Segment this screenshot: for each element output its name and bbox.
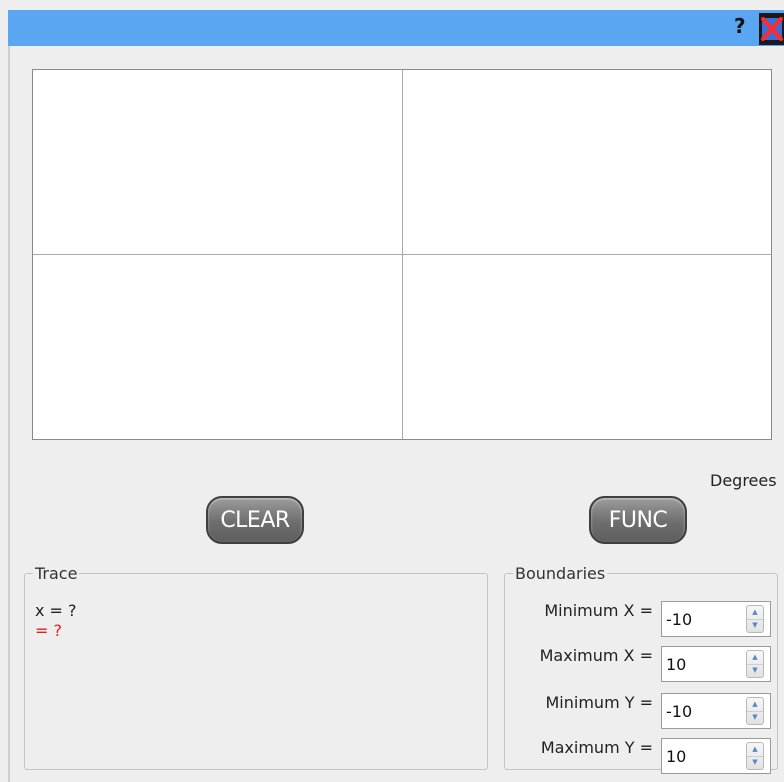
min-y-input[interactable]: [666, 694, 738, 728]
boundaries-legend: Boundaries: [515, 564, 606, 583]
max-x-spin-buttons[interactable]: ▲ ▼: [746, 650, 764, 678]
help-icon[interactable]: ?: [734, 14, 750, 38]
x-axis: [33, 254, 771, 255]
max-x-row: Maximum X = ▲ ▼: [505, 646, 777, 682]
boundaries-panel: Boundaries Minimum X = ▲ ▼ Maximum X = ▲…: [504, 564, 778, 774]
min-x-spinner[interactable]: ▲ ▼: [661, 601, 771, 637]
title-bar: [8, 10, 784, 46]
min-y-row: Minimum Y = ▲ ▼: [505, 693, 777, 729]
close-icon[interactable]: [758, 12, 784, 46]
min-y-spinner[interactable]: ▲ ▼: [661, 693, 771, 729]
max-y-spinner[interactable]: ▲ ▼: [661, 738, 771, 774]
trace-legend: Trace: [35, 564, 78, 583]
max-x-spinner[interactable]: ▲ ▼: [661, 646, 771, 682]
graph-area[interactable]: [32, 69, 772, 440]
max-x-label: Maximum X =: [539, 646, 653, 665]
max-y-row: Maximum Y = ▲ ▼: [505, 738, 777, 774]
min-x-spin-buttons[interactable]: ▲ ▼: [746, 605, 764, 633]
angle-mode-label[interactable]: Degrees: [710, 471, 777, 490]
spin-up-icon[interactable]: ▲: [747, 743, 763, 757]
spin-down-icon[interactable]: ▼: [747, 756, 763, 769]
trace-y-value: = ?: [35, 621, 62, 640]
max-y-input[interactable]: [666, 739, 738, 773]
max-x-input[interactable]: [666, 647, 738, 681]
spin-down-icon[interactable]: ▼: [747, 619, 763, 632]
spin-up-icon[interactable]: ▲: [747, 606, 763, 620]
max-y-spin-buttons[interactable]: ▲ ▼: [746, 742, 764, 770]
trace-panel: Trace x = ? = ?: [24, 564, 488, 770]
min-x-row: Minimum X = ▲ ▼: [505, 601, 777, 637]
func-button[interactable]: FUNC: [589, 496, 687, 544]
clear-button[interactable]: CLEAR: [206, 496, 304, 544]
spin-up-icon[interactable]: ▲: [747, 651, 763, 665]
spin-down-icon[interactable]: ▼: [747, 711, 763, 724]
spin-down-icon[interactable]: ▼: [747, 664, 763, 677]
spin-up-icon[interactable]: ▲: [747, 698, 763, 712]
max-y-label: Maximum Y =: [540, 738, 653, 757]
trace-x-value: x = ?: [35, 601, 77, 620]
min-y-spin-buttons[interactable]: ▲ ▼: [746, 697, 764, 725]
min-x-label: Minimum X =: [544, 601, 653, 620]
min-x-input[interactable]: [666, 602, 738, 636]
min-y-label: Minimum Y =: [545, 693, 654, 712]
window-left-border: [8, 46, 10, 782]
